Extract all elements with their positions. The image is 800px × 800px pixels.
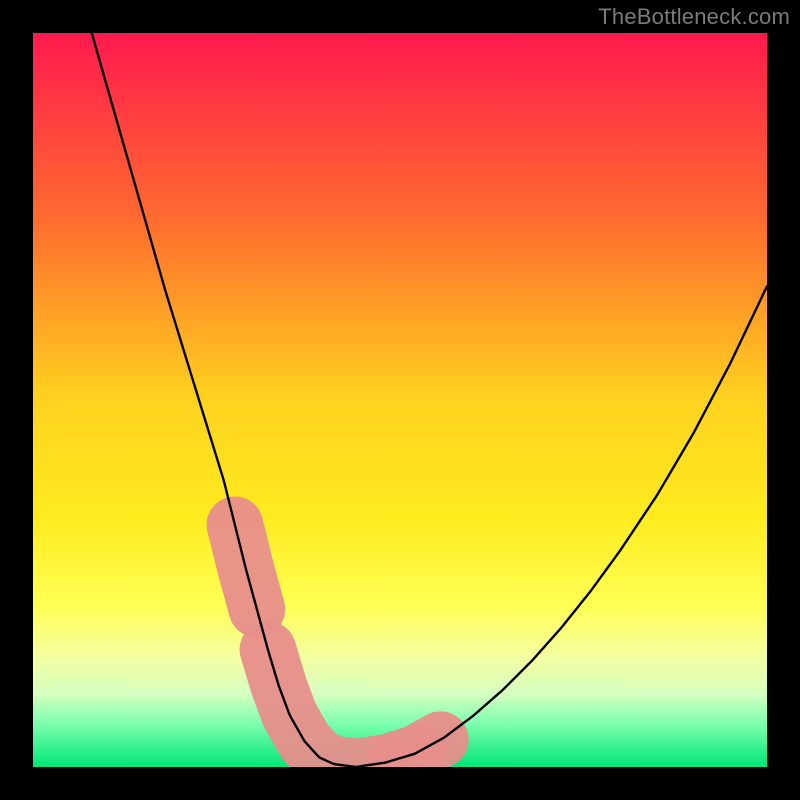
watermark-text: TheBottleneck.com (598, 4, 790, 30)
chart-svg (33, 33, 767, 767)
plot-area (33, 33, 767, 767)
chart-frame: TheBottleneck.com (0, 0, 800, 800)
gradient-background (33, 33, 767, 767)
